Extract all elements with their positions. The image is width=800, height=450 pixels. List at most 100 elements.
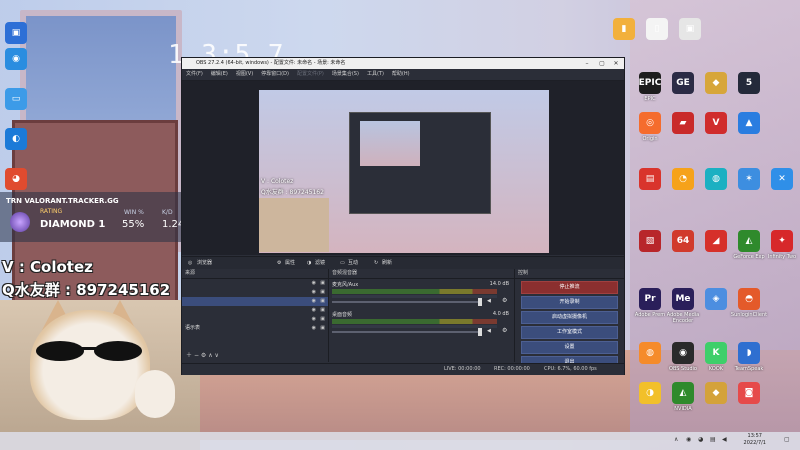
desktop-icon[interactable]: ✕ [760, 168, 800, 190]
menu-item[interactable]: 工具(T) [367, 71, 384, 77]
desktop-icon[interactable]: ◉ [0, 48, 38, 70]
app-icon: ▯ [646, 18, 668, 40]
volume-meter-secondary [332, 325, 497, 328]
volume-slider[interactable] [332, 331, 482, 333]
control-button[interactable]: 停止推流 [521, 281, 618, 294]
app-icon: ▲ [738, 112, 760, 134]
sunglasses-icon [36, 341, 142, 361]
desktop-icon[interactable]: ◓ SunloginClient [727, 288, 771, 318]
desktop-icon[interactable]: 5 [727, 72, 771, 94]
tray-network-icon[interactable]: ▤ [710, 436, 718, 444]
volume-meter-secondary [332, 295, 497, 298]
filter-icon[interactable]: ◑ [307, 257, 311, 269]
minimize-icon[interactable]: – [580, 58, 594, 69]
selected-source-name: 浏览器 [197, 260, 213, 266]
menu-item[interactable]: 视图(V) [236, 71, 253, 77]
preview-nested-canvas [360, 121, 420, 166]
mixer-channel: 麦克风/Aux 14.0 dB ◀ ⚙ [332, 281, 511, 309]
menu-item[interactable]: 配置文件(P) [297, 71, 324, 77]
visibility-icon[interactable]: ◉ [312, 279, 316, 288]
refresh-button[interactable]: 刷新 [382, 257, 392, 269]
desktop-icon[interactable]: ▣ [668, 18, 712, 40]
visibility-icon[interactable]: ◉ [312, 297, 316, 306]
move-up-icon[interactable]: ∧ [208, 352, 212, 359]
lock-icon[interactable]: ▣ [320, 324, 325, 333]
tray-expand-icon[interactable]: ∧ [674, 436, 682, 444]
menu-item[interactable]: 编辑(E) [211, 71, 228, 77]
desktop-icon[interactable]: ◙ [727, 382, 771, 404]
close-icon[interactable]: ✕ [609, 58, 623, 69]
desktop-icon-label: NVIDIA [674, 406, 692, 412]
obs-preview-canvas[interactable]: V : Colotez Q水友群 : 897245162 [259, 90, 549, 253]
refresh-icon[interactable]: ↻ [374, 257, 378, 269]
desktop-icon[interactable]: ◗ TeamSpeak [727, 342, 771, 372]
volume-slider-handle[interactable] [478, 328, 482, 336]
visibility-icon[interactable]: ◉ [312, 288, 316, 297]
volume-slider-handle[interactable] [478, 298, 482, 306]
tray-app-icon[interactable]: ◉ [686, 436, 694, 444]
properties-button[interactable]: 属性 [285, 257, 295, 269]
desktop-icon-label: Infinity Two [767, 254, 797, 260]
lock-icon[interactable]: ▣ [320, 297, 325, 306]
tray-wechat-icon[interactable]: ◕ [698, 436, 706, 444]
tracker-rank: DIAMOND 1 [40, 219, 106, 230]
source-row[interactable]: ◉ ▣ [182, 288, 328, 297]
app-icon: ▣ [679, 18, 701, 40]
source-row[interactable]: ◉ ▣ [182, 306, 328, 315]
tray-volume-icon[interactable]: ◀ [722, 436, 730, 444]
desktop-icon[interactable]: ▲ [727, 112, 771, 134]
taskbar-clock[interactable]: 13:57 2022/7/1 [744, 433, 766, 447]
control-button[interactable]: 工作室模式 [521, 326, 618, 339]
desktop-icon[interactable]: ◐ [0, 128, 38, 150]
obs-statusbar: LIVE: 00:00:00 REC: 00:00:00 CPU: 6.7%, … [182, 363, 624, 375]
control-button[interactable]: 启动虚拟摄像机 [521, 311, 618, 324]
lock-icon[interactable]: ▣ [320, 279, 325, 288]
speaker-icon[interactable]: ◀ [487, 328, 491, 334]
add-source-icon[interactable]: ＋ [186, 352, 192, 359]
source-row[interactable]: 语示表 ◉ ▣ [182, 324, 328, 333]
gear-icon[interactable]: ⚙ [502, 327, 507, 334]
app-icon: ◓ [738, 288, 760, 310]
remove-source-icon[interactable]: − [194, 352, 199, 359]
source-row[interactable]: ◉ ▣ [182, 297, 328, 306]
lock-icon[interactable]: ▣ [320, 288, 325, 297]
notification-icon[interactable]: ▢ [784, 436, 792, 444]
menu-item[interactable]: 帮助(H) [392, 71, 410, 77]
speaker-icon[interactable]: ◀ [487, 298, 491, 304]
desktop-icon[interactable]: ◕ [0, 168, 38, 190]
desktop-icon[interactable]: ▣ [0, 22, 38, 44]
visibility-icon[interactable]: ◉ [312, 315, 316, 324]
source-row[interactable]: ◉ ▣ [182, 279, 328, 288]
control-button[interactable]: 设置 [521, 341, 618, 354]
move-down-icon[interactable]: ∨ [215, 352, 219, 359]
app-icon: ◆ [705, 382, 727, 404]
visibility-icon[interactable]: ◉ [312, 324, 316, 333]
app-icon: ▤ [639, 168, 661, 190]
lock-icon[interactable]: ▣ [320, 315, 325, 324]
gear-icon[interactable]: ⚙ [277, 257, 281, 269]
source-row[interactable]: ◉ ▣ [182, 315, 328, 324]
desktop-icon[interactable]: ▭ [0, 88, 38, 110]
obs-titlebar[interactable]: OBS 27.2.4 (64-bit, windows) - 配置文件: 未命名… [182, 58, 624, 69]
interact-icon[interactable]: ▭ [340, 257, 345, 269]
visibility-icon[interactable]: ◉ [312, 306, 316, 315]
desktop-icon[interactable]: ✦ Infinity Two [760, 230, 800, 260]
filters-button[interactable]: 滤镜 [315, 257, 325, 269]
audio-mixer-dock: 音频混音器 麦克风/Aux 14.0 dB ◀ ⚙ 桌面音频 4.0 dB ◀ ⚙ [329, 269, 515, 362]
tracker-kd-label: K/D [162, 209, 173, 216]
cat-head [30, 310, 150, 420]
interact-button[interactable]: 互动 [348, 257, 358, 269]
lock-icon[interactable]: ▣ [320, 306, 325, 315]
obs-window[interactable]: OBS 27.2.4 (64-bit, windows) - 配置文件: 未命名… [181, 57, 625, 375]
source-list-controls: ＋ − ⚙ ∧ ∨ [186, 350, 219, 359]
menu-item[interactable]: 停靠窗口(D) [261, 71, 289, 77]
menu-item[interactable]: 场景集合(S) [332, 71, 359, 77]
mixer-list: 麦克风/Aux 14.0 dB ◀ ⚙ 桌面音频 4.0 dB ◀ ⚙ [329, 281, 514, 339]
control-button[interactable]: 开始录制 [521, 296, 618, 309]
menu-item[interactable]: 文件(F) [186, 71, 203, 77]
maximize-icon[interactable]: ▢ [595, 58, 609, 69]
source-settings-icon[interactable]: ⚙ [201, 352, 206, 359]
gear-icon[interactable]: ⚙ [502, 297, 507, 304]
preview-cat-image [259, 198, 329, 252]
volume-slider[interactable] [332, 301, 482, 303]
